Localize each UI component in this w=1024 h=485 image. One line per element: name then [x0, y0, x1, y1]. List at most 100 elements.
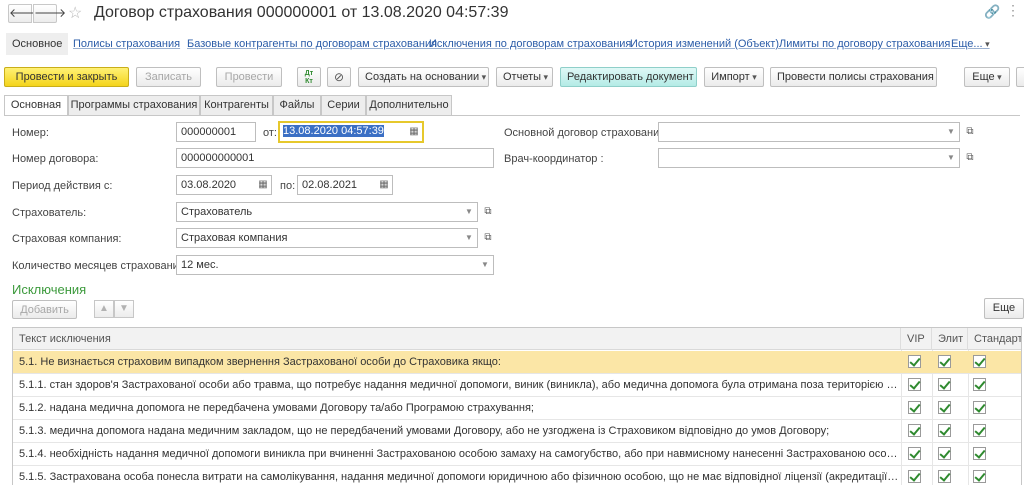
chevron-down-icon[interactable]: ▼ [943, 123, 959, 141]
elit-checkbox[interactable] [938, 378, 951, 391]
number-field[interactable]: 000000001 [176, 122, 256, 142]
standart-checkbox[interactable] [973, 447, 986, 460]
standart-checkbox[interactable] [973, 378, 986, 391]
exclusions-more-button[interactable]: Еще [984, 298, 1024, 319]
exclusion-text: 5.1.4. необхідність надання медичної доп… [19, 448, 899, 460]
column-header-vip[interactable]: VIP [901, 328, 932, 350]
period-label: Период действия с: [12, 180, 113, 192]
vip-checkbox[interactable] [908, 401, 921, 414]
toolbar-more-button[interactable]: Еще [964, 67, 1010, 87]
save-button[interactable]: Записать [136, 67, 201, 87]
add-button[interactable]: Добавить [12, 300, 77, 319]
tab-counterparties[interactable]: Контрагенты [200, 95, 273, 115]
vip-checkbox[interactable] [908, 470, 921, 483]
column-header-standart[interactable]: Стандарт [968, 328, 1021, 350]
elit-checkbox[interactable] [938, 424, 951, 437]
post-and-close-button[interactable]: Провести и закрыть [4, 67, 129, 87]
company-field[interactable]: Страховая компания ▼ [176, 228, 478, 248]
table-row[interactable]: 5.1.4. необхідність надання медичної доп… [13, 443, 1021, 466]
elit-checkbox[interactable] [938, 401, 951, 414]
months-field[interactable]: 12 мес. ▼ [176, 255, 494, 275]
tab-files[interactable]: Файлы [273, 95, 321, 115]
table-row[interactable]: 5.1.1. стан здоров'я Застрахованої особи… [13, 374, 1021, 397]
main-contract-field[interactable]: ▼ [658, 122, 960, 142]
insurer-field[interactable]: Страхователь ▼ [176, 202, 478, 222]
navlink-limits[interactable]: Лимиты по договору страхования [779, 38, 950, 50]
table-row[interactable]: 5.1.5. Застрахована особа понесла витрат… [13, 466, 1021, 485]
create-based-on-button[interactable]: Создать на основании [358, 67, 489, 87]
chevron-down-icon[interactable]: ▼ [461, 203, 477, 221]
vip-checkbox[interactable] [908, 447, 921, 460]
contract-number-label: Номер договора: [12, 153, 99, 165]
date-label: от: [263, 127, 277, 139]
period-to-field[interactable]: 02.08.2021 ▦ [297, 175, 393, 195]
period-to-label: по: [280, 180, 296, 192]
standart-checkbox[interactable] [973, 401, 986, 414]
open-icon[interactable]: ⧉ [963, 125, 977, 139]
tab-additional[interactable]: Дополнительно [366, 95, 452, 115]
link-icon[interactable]: 🔗 [984, 4, 1000, 20]
dt-kt-button[interactable]: Дт Кт [297, 67, 321, 87]
attach-button[interactable]: ⊘ [327, 67, 351, 87]
back-icon[interactable]: 🡐 [8, 4, 41, 23]
navlink-history[interactable]: История изменений (Объект) [630, 38, 779, 50]
navlink-main[interactable]: Основное [6, 33, 69, 55]
table-row[interactable]: 5.1. Не визнається страховим випадком зв… [13, 351, 1021, 374]
doctor-field[interactable]: ▼ [658, 148, 960, 168]
more-icon[interactable]: ⋮ [1006, 2, 1020, 19]
edit-document-button[interactable]: Редактировать документ [560, 67, 697, 87]
open-icon[interactable]: ⧉ [963, 151, 977, 165]
standart-checkbox[interactable] [973, 424, 986, 437]
chevron-down-icon[interactable]: ▼ [943, 149, 959, 167]
tabs-divider [4, 115, 1020, 116]
calendar-icon[interactable]: ▦ [376, 176, 392, 194]
table-row[interactable]: 5.1.3. медична допомога надана медичним … [13, 420, 1021, 443]
exclusion-text: 5.1. Не визнається страховим випадком зв… [19, 356, 501, 368]
vip-checkbox[interactable] [908, 424, 921, 437]
vip-checkbox[interactable] [908, 378, 921, 391]
reports-button[interactable]: Отчеты [496, 67, 553, 87]
elit-checkbox[interactable] [938, 355, 951, 368]
doctor-label: Врач-координатор : [504, 153, 604, 165]
column-header-elit[interactable]: Элит [932, 328, 968, 350]
exclusion-text: 5.1.2. надана медична допомога не передб… [19, 402, 534, 414]
column-header-text[interactable]: Текст исключения [13, 328, 901, 350]
tab-series[interactable]: Серии [321, 95, 366, 115]
navlink-exclusions[interactable]: Исключения по договорам страхования [429, 38, 631, 50]
number-label: Номер: [12, 127, 49, 139]
company-label: Страховая компания: [12, 233, 122, 245]
exclusion-text: 5.1.3. медична допомога надана медичним … [19, 425, 830, 437]
tab-programs[interactable]: Программы страхования [68, 95, 200, 115]
navlink-more[interactable]: Еще... [951, 38, 990, 50]
tab-main[interactable]: Основная [4, 95, 68, 116]
table-row[interactable]: 5.1.2. надана медична допомога не передб… [13, 397, 1021, 420]
exclusion-text: 5.1.1. стан здоров'я Застрахованої особи… [19, 379, 899, 391]
period-from-field[interactable]: 03.08.2020 ▦ [176, 175, 272, 195]
move-down-icon[interactable]: ▼ [114, 300, 134, 318]
calendar-icon[interactable]: ▦ [255, 176, 271, 194]
standart-checkbox[interactable] [973, 470, 986, 483]
date-field[interactable]: 13.08.2020 04:57:39 ▦ [278, 121, 424, 143]
toolbar-help-button[interactable] [1016, 67, 1024, 87]
post-button[interactable]: Провести [216, 67, 282, 87]
elit-checkbox[interactable] [938, 470, 951, 483]
import-button[interactable]: Импорт [704, 67, 764, 87]
open-icon[interactable]: ⧉ [481, 231, 495, 245]
vip-checkbox[interactable] [908, 355, 921, 368]
chevron-down-icon[interactable]: ▼ [461, 229, 477, 247]
standart-checkbox[interactable] [973, 355, 986, 368]
move-up-icon[interactable]: ▲ [94, 300, 114, 318]
star-icon[interactable]: ☆ [68, 3, 82, 23]
chevron-down-icon[interactable]: ▼ [477, 256, 493, 274]
paperclip-icon: ⊘ [333, 70, 345, 84]
navlink-base-counterparties[interactable]: Базовые контрагенты по договорам страхов… [187, 38, 437, 50]
exclusions-table: Текст исключения VIP Элит Стандарт 5.1. … [12, 327, 1022, 485]
calendar-icon[interactable]: ▦ [406, 123, 422, 141]
forward-icon[interactable]: 🡒 [33, 4, 66, 23]
contract-number-field[interactable]: 000000000001 [176, 148, 494, 168]
navlink-policies[interactable]: Полисы страхования [73, 38, 180, 50]
elit-checkbox[interactable] [938, 447, 951, 460]
exclusions-title: Исключения [12, 282, 87, 297]
open-icon[interactable]: ⧉ [481, 205, 495, 219]
post-policies-button[interactable]: Провести полисы страхования [770, 67, 937, 87]
